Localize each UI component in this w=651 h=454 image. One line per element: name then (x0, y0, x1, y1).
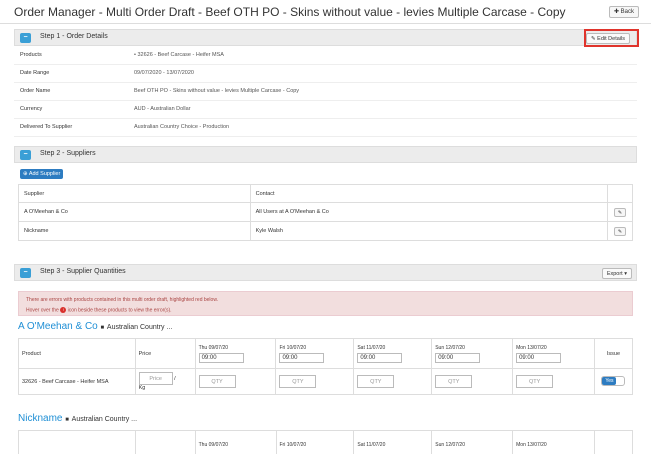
error-alert: There are errors with products contained… (18, 291, 633, 316)
table-header-row: Product Price Thu 09/07/20 09:00 Fri 10/0… (18, 338, 634, 369)
detail-row-currency: Currency AUD - Australian Dollar (14, 101, 637, 119)
suppliers-table: Supplier Contact A O'Meehan & Co All Use… (18, 184, 634, 241)
step2-header[interactable]: − Step 2 - Suppliers (14, 146, 637, 163)
add-supplier-button[interactable]: ⊕ Add Supplier (20, 169, 64, 179)
detail-row-order-name: Order Name Beef OTH PO - Skins without v… (14, 83, 637, 101)
back-button[interactable]: ✚ Back (608, 6, 639, 18)
error-icon: ! (60, 307, 67, 313)
quantities-table-2: Thu 09/07/20 Fri 10/07/20 Sat 11/07/20 S… (18, 430, 633, 454)
page-title: Order Manager - Multi Order Draft - Beef… (14, 5, 566, 19)
supplier-cell: Nickname (18, 221, 251, 241)
edit-details-highlight (584, 29, 639, 47)
product-cell: 32626 - Beef Carcase - Heifer MSA (18, 368, 136, 395)
time-input[interactable]: 09:00 (516, 352, 562, 363)
table-header-row: Thu 09/07/20 Fri 10/07/20 Sat 11/07/20 S… (18, 430, 633, 454)
collapse-icon[interactable]: − (20, 33, 31, 43)
qty-input[interactable]: QTY (279, 375, 317, 388)
col-contact: Contact (249, 184, 608, 203)
qty-input[interactable]: QTY (357, 375, 395, 388)
col-actions (606, 184, 634, 203)
edit-icon[interactable]: ✎ (613, 207, 626, 217)
truck-icon: ■ (100, 325, 105, 331)
table-row: Nickname Kyle Walsh ✎ (18, 221, 634, 241)
detail-row-date-range: Date Range 09/07/2020 - 13/07/2020 (14, 65, 637, 83)
qty-input[interactable]: QTY (435, 375, 473, 388)
export-button[interactable]: Export ▾ (601, 268, 632, 279)
step2-title: Step 2 - Suppliers (40, 150, 96, 157)
col-price: Price (134, 338, 196, 369)
step1-title: Step 1 - Order Details (40, 33, 108, 40)
step3-title: Step 3 - Supplier Quantities (40, 268, 126, 275)
time-input[interactable]: 09:00 (198, 352, 244, 363)
time-input[interactable]: 09:00 (357, 352, 403, 363)
issue-toggle[interactable]: Yes (601, 375, 626, 386)
time-input[interactable]: 09:00 (279, 352, 325, 363)
edit-icon[interactable]: ✎ (613, 226, 626, 236)
detail-row-delivered-to: Delivered To Supplier Australian Country… (14, 119, 637, 137)
detail-row-products: Products • 32626 - Beef Carcase - Heifer… (14, 47, 637, 65)
step1-header[interactable]: − Step 1 - Order Details ✎ Edit Details (14, 29, 637, 46)
supplier-cell: A O'Meehan & Co (18, 202, 251, 222)
truck-icon: ■ (65, 417, 69, 423)
col-supplier: Supplier (18, 184, 251, 203)
table-header-row: Supplier Contact (18, 184, 634, 203)
page-header: Order Manager - Multi Order Draft - Beef… (0, 0, 651, 24)
collapse-icon[interactable]: − (20, 150, 31, 160)
collapse-icon[interactable]: − (20, 268, 31, 278)
supplier-group-heading: A O'Meehan & Co ■ Australian Country ... (18, 321, 173, 332)
supplier-group-heading: Nickname ■ Australian Country ... (18, 413, 138, 424)
qty-input[interactable]: QTY (516, 375, 554, 388)
qty-input[interactable]: QTY (198, 375, 236, 388)
quantities-table: Product Price Thu 09/07/20 09:00 Fri 10/0… (18, 338, 634, 395)
step3-header[interactable]: − Step 3 - Supplier Quantities Export ▾ (14, 264, 637, 281)
table-row: 32626 - Beef Carcase - Heifer MSA Price … (18, 368, 634, 395)
col-issue: Issue (593, 338, 634, 369)
col-product: Product (18, 338, 136, 369)
price-input[interactable]: Price (138, 372, 173, 385)
contact-cell: All Users at A O'Meehan & Co (249, 202, 608, 222)
contact-cell: Kyle Walsh (249, 221, 608, 241)
time-input[interactable]: 09:00 (435, 352, 481, 363)
table-row: A O'Meehan & Co All Users at A O'Meehan … (18, 202, 634, 222)
